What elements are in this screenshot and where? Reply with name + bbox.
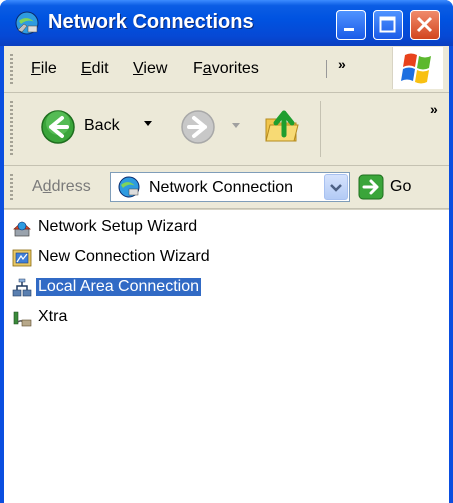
chevron-down-icon — [330, 184, 342, 192]
item-label: Network Setup Wizard — [38, 218, 198, 235]
address-value: Network Connection — [149, 179, 294, 196]
address-field[interactable]: Network Connection — [110, 172, 350, 202]
title-bar[interactable]: Network Connections — [0, 0, 453, 46]
lan-connection-icon — [12, 278, 32, 297]
windows-flag-icon — [401, 53, 431, 84]
close-icon — [416, 16, 433, 33]
maximize-button[interactable] — [373, 10, 403, 40]
network-setup-wizard-icon — [13, 221, 31, 237]
forward-button[interactable] — [176, 107, 242, 147]
toolbar-grip[interactable] — [10, 174, 13, 200]
item-label: Xtra — [38, 308, 68, 325]
menu-edit[interactable]: Edit — [81, 60, 109, 78]
new-connection-wizard-icon — [12, 249, 32, 267]
close-button[interactable] — [410, 10, 440, 40]
minimize-icon — [344, 28, 354, 31]
back-arrow-icon — [41, 110, 75, 144]
menu-bar: File Edit View Favorites » — [4, 46, 449, 93]
standard-toolbar: Back » — [4, 93, 449, 166]
back-dropdown-arrow-icon[interactable] — [144, 121, 152, 126]
up-folder-button[interactable] — [260, 103, 308, 151]
item-label: New Connection Wizard — [38, 248, 210, 265]
menu-separator — [326, 60, 327, 78]
toolbar-separator — [320, 101, 321, 157]
go-label: Go — [390, 178, 412, 195]
window-title: Network Connections — [48, 11, 254, 33]
menu-favorites[interactable]: Favorites — [193, 60, 259, 78]
forward-dropdown-arrow-icon[interactable] — [232, 123, 240, 128]
address-bar: Address Network Connection Go — [4, 166, 449, 209]
dialup-connection-icon — [13, 311, 32, 327]
menu-file[interactable]: File — [31, 60, 57, 78]
address-label: Address — [32, 178, 91, 195]
network-connections-small-icon — [118, 176, 140, 198]
toolbar-grip[interactable] — [10, 54, 13, 84]
window: Network Connections File Edit View Favor… — [0, 0, 453, 503]
address-dropdown-button[interactable] — [324, 174, 348, 200]
toolbar-overflow-chevron-icon[interactable]: » — [430, 101, 438, 117]
go-arrow-icon — [358, 174, 384, 200]
network-connections-icon — [15, 11, 39, 35]
folder-up-icon — [265, 110, 299, 142]
maximize-icon — [379, 16, 396, 33]
forward-arrow-icon — [181, 110, 215, 144]
go-button[interactable]: Go — [356, 172, 422, 202]
back-button[interactable]: Back — [38, 107, 168, 147]
folder-content[interactable]: Network Setup Wizard New Connection Wiza… — [4, 209, 449, 503]
minimize-button[interactable] — [336, 10, 366, 40]
item-label: Local Area Connection — [36, 278, 201, 296]
toolbar-grip[interactable] — [10, 101, 13, 157]
menu-overflow-chevron-icon[interactable]: » — [338, 56, 346, 72]
menu-view[interactable]: View — [133, 60, 167, 78]
windows-logo — [392, 47, 443, 89]
back-label: Back — [84, 117, 120, 134]
